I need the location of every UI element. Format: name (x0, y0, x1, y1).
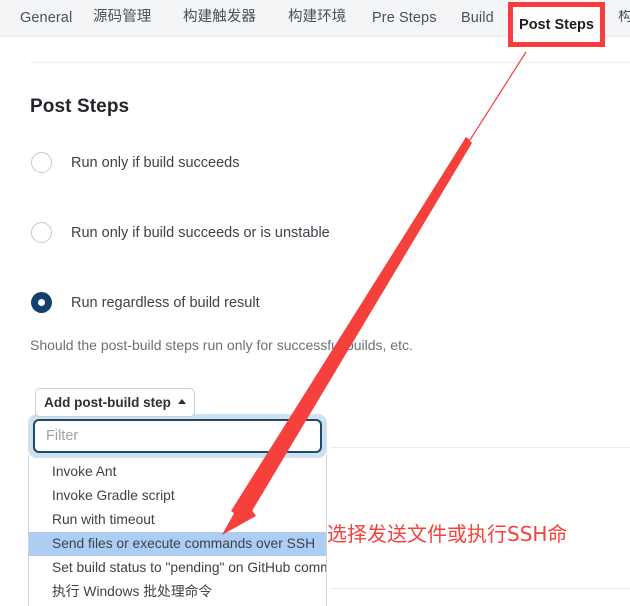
tab-general[interactable]: General (20, 11, 72, 26)
list-item[interactable]: Invoke Ant (29, 460, 326, 484)
tab-source-code-management[interactable]: 源码管理 (93, 10, 151, 25)
list-item[interactable]: Invoke Gradle script (29, 484, 326, 508)
page-title: Post Steps (30, 96, 130, 117)
post-steps-help-text: Should the post-build steps run only for… (30, 337, 413, 353)
filter-input[interactable] (33, 419, 322, 453)
section-divider-lower (330, 588, 630, 589)
post-build-step-list: Invoke Ant Invoke Gradle script Run with… (28, 455, 327, 606)
post-build-step-dropdown: Invoke Ant Invoke Gradle script Run with… (28, 414, 327, 606)
radio-label-run-if-succeeds-or-unstable: Run only if build succeeds or is unstabl… (71, 224, 330, 241)
radio-row-run-regardless[interactable]: Run regardless of build result (31, 292, 260, 313)
post-steps-highlight-box[interactable]: Post Steps (508, 2, 605, 47)
list-item[interactable]: 执行 Windows 批处理命令 (29, 580, 326, 604)
tab-build-environment[interactable]: 构建环境 (288, 10, 346, 25)
radio-row-run-if-succeeds-or-unstable[interactable]: Run only if build succeeds or is unstabl… (31, 222, 330, 243)
radio-icon-unselected[interactable] (31, 152, 52, 173)
section-divider-upper (330, 447, 630, 448)
radio-row-run-if-succeeds[interactable]: Run only if build succeeds (31, 152, 239, 173)
radio-label-run-if-succeeds: Run only if build succeeds (71, 154, 240, 171)
list-item[interactable]: Run with timeout (29, 508, 326, 532)
list-item[interactable]: Set build status to "pending" on GitHub … (29, 556, 326, 580)
list-item-send-files-over-ssh[interactable]: Send files or execute commands over SSH (29, 532, 326, 556)
tab-overflow-partial[interactable]: 构 (618, 10, 630, 25)
radio-icon-unselected[interactable] (31, 222, 52, 243)
tab-pre-steps[interactable]: Pre Steps (372, 11, 437, 26)
add-post-build-step-label: Add post-build step (44, 395, 171, 410)
radio-label-run-regardless: Run regardless of build result (71, 294, 260, 311)
add-post-build-step-button[interactable]: Add post-build step (35, 388, 195, 417)
caret-up-icon (177, 399, 186, 404)
tab-build[interactable]: Build (461, 11, 494, 26)
jenkins-job-config-page: General 源码管理 构建触发器 构建环境 Pre Steps Build … (0, 0, 630, 606)
filter-field-wrapper (28, 414, 327, 458)
tab-post-steps-label: Post Steps (519, 16, 594, 33)
content-top-divider (30, 62, 630, 63)
tab-build-triggers[interactable]: 构建触发器 (183, 10, 256, 25)
radio-icon-selected[interactable] (31, 292, 52, 313)
annotation-text: 选择发送文件或执行SSH命 (327, 522, 568, 546)
